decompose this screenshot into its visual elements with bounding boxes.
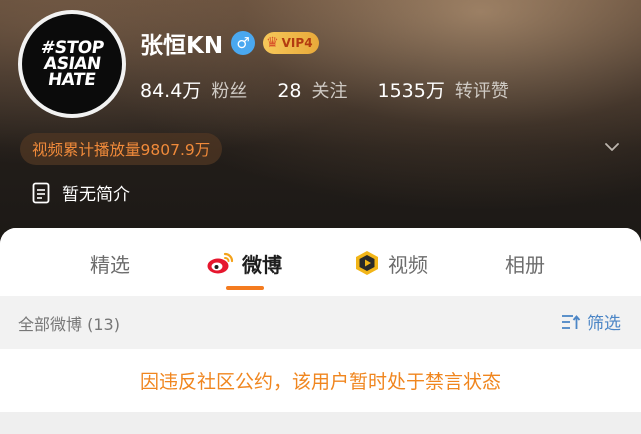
filter-bar: 全部微博 (13) 筛选 [0, 296, 641, 349]
ban-notice: 因违反社区公约，该用户暂时处于禁言状态 [0, 349, 641, 412]
filter-button[interactable]: 筛选 [561, 309, 621, 334]
active-tab-indicator [226, 286, 264, 290]
stat-following[interactable]: 28 关注 [277, 77, 347, 103]
profile-intro: 暂无简介 [32, 180, 130, 205]
all-posts-count[interactable]: 全部微博 (13) [18, 311, 120, 335]
tab-album[interactable]: 相册 [505, 248, 545, 278]
avatar-text-line: HATE [46, 70, 98, 90]
stat-value: 28 [277, 80, 302, 102]
profile-name-row: 张恒KN ♂ ♛ VIP4 [140, 26, 319, 60]
intro-text: 暂无简介 [62, 185, 130, 205]
sort-filter-icon [562, 314, 581, 329]
video-icon [356, 251, 378, 275]
tab-label: 相册 [505, 252, 545, 277]
avatar-image: #STOP ASIAN HATE [22, 14, 122, 114]
stat-followers[interactable]: 84.4万 粉丝 [140, 76, 247, 103]
avatar[interactable]: #STOP ASIAN HATE [18, 10, 126, 118]
stat-label: 关注 [311, 81, 348, 102]
crown-icon: ♛ [266, 35, 279, 51]
tab-bar: 精选 微博 视频 相册 [0, 228, 641, 296]
tab-label: 微博 [242, 252, 282, 277]
document-icon [32, 182, 50, 203]
video-plays-badge[interactable]: 视频累计播放量9807.9万 [20, 133, 223, 165]
stat-interactions[interactable]: 1535万 转评赞 [378, 76, 509, 103]
bottom-divider [0, 412, 641, 434]
stat-label: 转评赞 [454, 81, 509, 102]
vip-label: VIP4 [281, 36, 313, 50]
profile-header: #STOP ASIAN HATE 张恒KN ♂ ♛ VIP4 84.4万 粉丝 … [0, 0, 641, 245]
content-panel: 精选 微博 视频 相册 全部微博 (13) 筛选 因违反社区公约，该用户暂时处于… [0, 228, 641, 434]
tab-label: 精选 [90, 252, 130, 277]
profile-name: 张恒KN [140, 33, 224, 59]
tab-weibo[interactable]: 微博 [206, 248, 282, 278]
stat-label: 粉丝 [211, 81, 248, 102]
tab-video[interactable]: 视频 [354, 248, 428, 278]
stat-value: 1535万 [377, 80, 445, 102]
tab-label: 视频 [388, 252, 428, 277]
weibo-icon [207, 252, 234, 274]
stat-value: 84.4万 [140, 80, 202, 102]
male-gender-icon: ♂ [231, 31, 256, 55]
filter-label: 筛选 [587, 314, 621, 334]
profile-stats: 84.4万 粉丝 28 关注 1535万 转评赞 [140, 76, 509, 103]
chevron-down-icon[interactable] [605, 140, 619, 154]
tab-featured[interactable]: 精选 [90, 248, 130, 278]
vip-badge[interactable]: ♛ VIP4 [263, 32, 319, 54]
